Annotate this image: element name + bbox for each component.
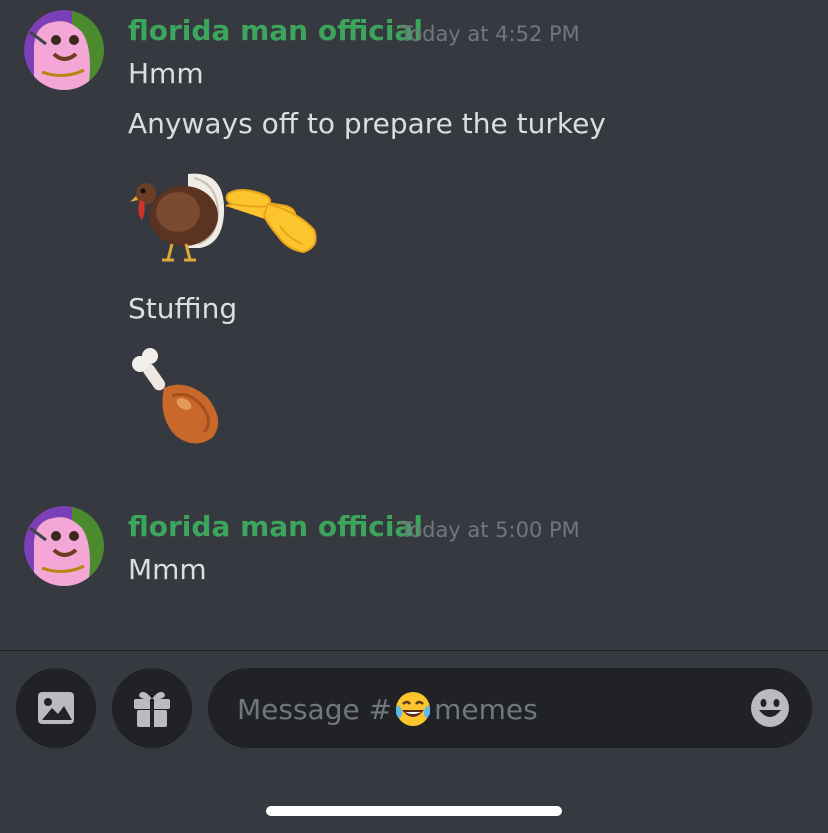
- message-text: Anyways off to prepare the turkey: [128, 107, 606, 140]
- placeholder-prefix: Message #: [237, 692, 393, 726]
- chat-screen: florida man official Today at 4:52 PM Hm…: [0, 0, 828, 833]
- message-text: Mmm: [128, 553, 207, 586]
- message-placeholder: Message # memes: [237, 690, 538, 728]
- gift-button[interactable]: [112, 668, 192, 748]
- username[interactable]: florida man official: [128, 14, 423, 47]
- turkey-emoji: [130, 173, 225, 262]
- avatar[interactable]: [24, 10, 104, 90]
- avatar[interactable]: [24, 506, 104, 586]
- poultry-leg-emoji: [132, 348, 219, 444]
- emoji-message: [128, 348, 228, 452]
- image-icon: [38, 692, 74, 724]
- placeholder-channel: memes: [434, 692, 538, 726]
- upload-image-button[interactable]: [16, 668, 96, 748]
- emoji-message: [128, 164, 328, 268]
- message-input[interactable]: Message # memes: [208, 668, 812, 748]
- emoji-picker-button[interactable]: [750, 688, 790, 728]
- pinching-hand-emoji: [225, 189, 317, 254]
- home-indicator[interactable]: [266, 806, 562, 816]
- timestamp: Today at 5:00 PM: [400, 518, 580, 542]
- gift-icon: [134, 691, 170, 727]
- username[interactable]: florida man official: [128, 510, 423, 543]
- smiley-icon: [751, 689, 789, 727]
- message-text: Hmm: [128, 57, 204, 90]
- message-text: Stuffing: [128, 292, 238, 325]
- timestamp: Today at 4:52 PM: [400, 22, 580, 46]
- joy-emoji-icon: [396, 692, 431, 726]
